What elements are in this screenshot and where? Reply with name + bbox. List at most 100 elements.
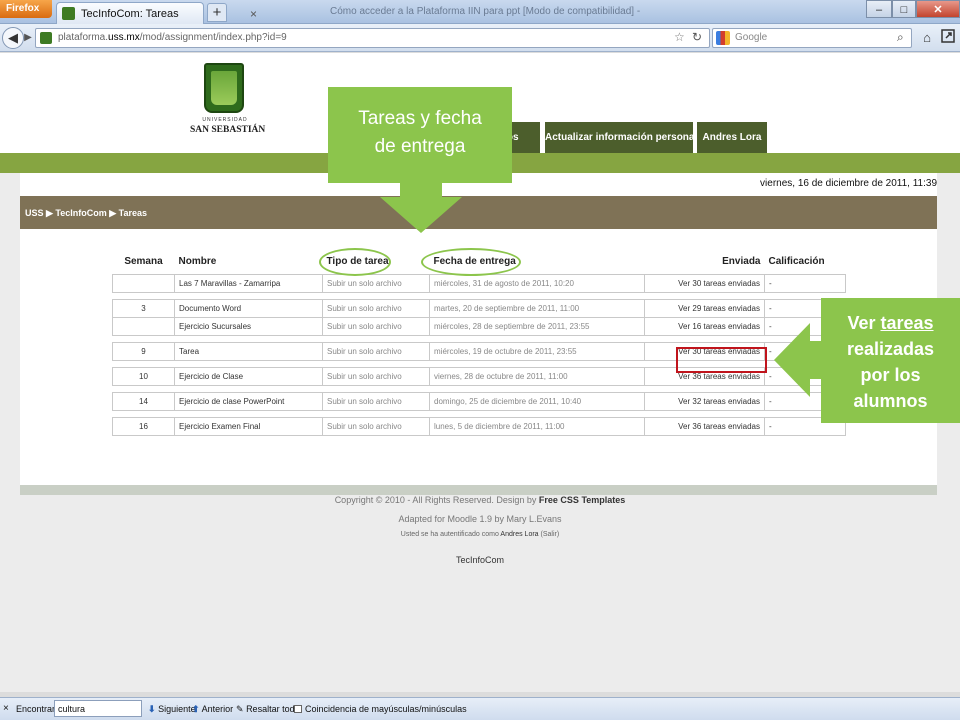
arrow-left-icon bbox=[774, 323, 824, 397]
maximize-button[interactable]: □ bbox=[892, 0, 916, 18]
logout-link[interactable]: (Salir) bbox=[541, 531, 560, 538]
google-icon[interactable] bbox=[716, 31, 730, 45]
cell-week bbox=[112, 316, 175, 336]
minimize-button[interactable]: – bbox=[866, 0, 892, 18]
cell-due: lunes, 5 de diciembre de 2011, 11:00 bbox=[429, 416, 645, 436]
login-user-link[interactable]: Andres Lora bbox=[500, 531, 538, 538]
tab-title: TecInfoCom: Tareas bbox=[81, 8, 179, 20]
callout-line: Tareas y fecha bbox=[358, 108, 482, 129]
table-row: 16 Ejercicio Examen Final Subir un solo … bbox=[112, 416, 846, 436]
browser-navbar: ◀ ▶ plataforma.uss.mx/mod/assignment/ind… bbox=[0, 24, 960, 52]
site-identity-icon bbox=[40, 32, 52, 44]
cell-due: viernes, 28 de octubre de 2011, 11:00 bbox=[429, 366, 645, 386]
cell-week: 3 bbox=[112, 298, 175, 318]
close-find-icon[interactable]: × bbox=[3, 703, 9, 714]
cell-name-link[interactable]: Ejercicio de clase PowerPoint bbox=[174, 391, 323, 411]
callout-line: realizadas bbox=[846, 339, 935, 359]
find-input[interactable]: cultura bbox=[54, 700, 142, 717]
pencil-icon: ✎ bbox=[236, 704, 244, 714]
footer-site-link[interactable]: TecInfoCom bbox=[0, 555, 960, 565]
header-name[interactable]: Nombre bbox=[174, 249, 323, 275]
highlight-all-button[interactable]: ✎ Resaltar todo bbox=[236, 704, 300, 715]
copyright-text: Copyright © 2010 - All Rights Reserved. … bbox=[334, 495, 539, 505]
callout-view-submissions: Ver tareas realizadas por los alumnos bbox=[821, 298, 960, 423]
cell-name-link[interactable]: Ejercicio Examen Final bbox=[174, 416, 323, 436]
cell-due: miércoles, 31 de agosto de 2011, 10:20 bbox=[429, 273, 645, 293]
home-icon[interactable]: ⌂ bbox=[918, 29, 936, 47]
find-next-label: Siguiente bbox=[158, 704, 196, 714]
cell-name-link[interactable]: Las 7 Maravillas - Zamarripa bbox=[174, 273, 323, 293]
cell-due: miércoles, 19 de octubre de 2011, 23:55 bbox=[429, 341, 645, 361]
moodle-credit: Adapted for Moodle 1.9 by Mary L.Evans bbox=[398, 514, 562, 524]
cell-type: Subir un solo archivo bbox=[322, 366, 430, 386]
cell-submitted-link[interactable]: Ver 16 tareas enviadas bbox=[644, 316, 765, 336]
cell-name-link[interactable]: Documento Word bbox=[174, 298, 323, 318]
checkbox-icon[interactable] bbox=[294, 705, 302, 713]
design-link[interactable]: Free CSS Templates bbox=[539, 495, 625, 505]
new-tab-button[interactable]: + bbox=[207, 3, 227, 22]
reload-icon[interactable]: ↻ bbox=[692, 30, 702, 44]
callout-line: de entrega bbox=[374, 136, 466, 157]
shield-logo-icon bbox=[204, 63, 244, 113]
find-label: Encontrar: bbox=[16, 704, 58, 714]
cell-week: 14 bbox=[112, 391, 175, 411]
breadcrumb-bar: USS ▶ TecInfoCom ▶ Tareas bbox=[20, 196, 937, 229]
header-week[interactable]: Semana bbox=[112, 249, 175, 275]
cell-week: 16 bbox=[112, 416, 175, 436]
bookmark-star-icon[interactable]: ☆ bbox=[674, 30, 685, 44]
cell-name-link[interactable]: Ejercicio de Clase bbox=[174, 366, 323, 386]
table-row: 3 Documento Word Subir un solo archivo m… bbox=[112, 298, 846, 318]
cell-name-link[interactable]: Ejercicio Sucursales bbox=[174, 316, 323, 336]
match-case-checkbox[interactable]: Coincidencia de mayúsculas/minúsculas bbox=[294, 704, 467, 714]
breadcrumb[interactable]: USS ▶ TecInfoCom ▶ Tareas bbox=[25, 208, 147, 219]
cell-due: miércoles, 28 de septiembre de 2011, 23:… bbox=[429, 316, 645, 336]
cell-week: 10 bbox=[112, 366, 175, 386]
url-bar[interactable]: plataforma.uss.mx/mod/assignment/index.p… bbox=[35, 28, 710, 48]
cell-type: Subir un solo archivo bbox=[322, 416, 430, 436]
search-input[interactable]: Google ⌕ bbox=[712, 28, 912, 48]
copyright-line: Copyright © 2010 - All Rights Reserved. … bbox=[0, 495, 960, 505]
find-prev-label: Anterior bbox=[201, 704, 234, 714]
close-tab-icon[interactable]: × bbox=[250, 7, 257, 21]
cell-type: Subir un solo archivo bbox=[322, 298, 430, 318]
nav-tab-update-profile[interactable]: Actualizar información personal bbox=[545, 122, 697, 153]
cell-submitted-link[interactable]: Ver 30 tareas enviadas bbox=[644, 273, 765, 293]
addon-icon[interactable] bbox=[939, 29, 957, 47]
cell-type: Subir un solo archivo bbox=[322, 273, 430, 293]
cell-submitted-link[interactable]: Ver 36 tareas enviadas bbox=[644, 416, 765, 436]
find-prev-button[interactable]: ⬆ Anterior bbox=[192, 704, 233, 715]
nav-tab-user[interactable]: Andres Lora bbox=[697, 122, 767, 153]
header-submitted[interactable]: Enviada bbox=[644, 249, 765, 275]
table-separator bbox=[112, 384, 846, 393]
callout-tasks-due: Tareas y fecha de entrega bbox=[328, 87, 512, 183]
table-separator bbox=[112, 291, 846, 300]
arrow-up-small-icon: ⬆ bbox=[192, 704, 200, 714]
url-path: /mod/assignment/index.php?id=9 bbox=[139, 32, 287, 43]
highlight-all-label: Resaltar todo bbox=[246, 704, 300, 714]
window-title: Cómo acceder a la Plataforma IIN para pp… bbox=[330, 6, 640, 17]
callout-word-underlined: tareas bbox=[880, 313, 934, 333]
url-prefix: plataforma. bbox=[58, 32, 109, 43]
browser-tab[interactable]: TecInfoCom: Tareas × bbox=[56, 2, 257, 24]
back-button[interactable]: ◀ bbox=[2, 27, 24, 49]
cell-submitted-link[interactable]: Ver 32 tareas enviadas bbox=[644, 391, 765, 411]
table-row: Ejercicio Sucursales Subir un solo archi… bbox=[112, 316, 846, 336]
university-logo[interactable]: UNIVERSIDAD SAN SEBASTIÁN bbox=[190, 63, 265, 145]
forward-button[interactable]: ▶ bbox=[22, 30, 34, 46]
find-next-button[interactable]: ⬇ Siguiente bbox=[148, 704, 196, 715]
window-controls: – □ ✕ bbox=[866, 0, 960, 19]
callout-line: alumnos bbox=[853, 391, 928, 411]
table-separator bbox=[112, 409, 846, 418]
header-grade[interactable]: Calificación bbox=[764, 249, 846, 275]
browser-titlebar: Firefox TecInfoCom: Tareas × + Cómo acce… bbox=[0, 0, 960, 24]
cell-name-link[interactable]: Tarea bbox=[174, 341, 323, 361]
match-case-label: Coincidencia de mayúsculas/minúsculas bbox=[305, 704, 467, 714]
firefox-menu-button[interactable]: Firefox bbox=[0, 0, 52, 18]
logo-subtitle: UNIVERSIDAD bbox=[202, 117, 248, 123]
search-icon[interactable]: ⌕ bbox=[897, 30, 904, 45]
cell-submitted-link[interactable]: Ver 29 tareas enviadas bbox=[644, 298, 765, 318]
table-row: 14 Ejercicio de clase PowerPoint Subir u… bbox=[112, 391, 846, 411]
cell-due: domingo, 25 de diciembre de 2011, 10:40 bbox=[429, 391, 645, 411]
table-row: Las 7 Maravillas - Zamarripa Subir un so… bbox=[112, 273, 846, 293]
close-window-button[interactable]: ✕ bbox=[916, 0, 960, 18]
